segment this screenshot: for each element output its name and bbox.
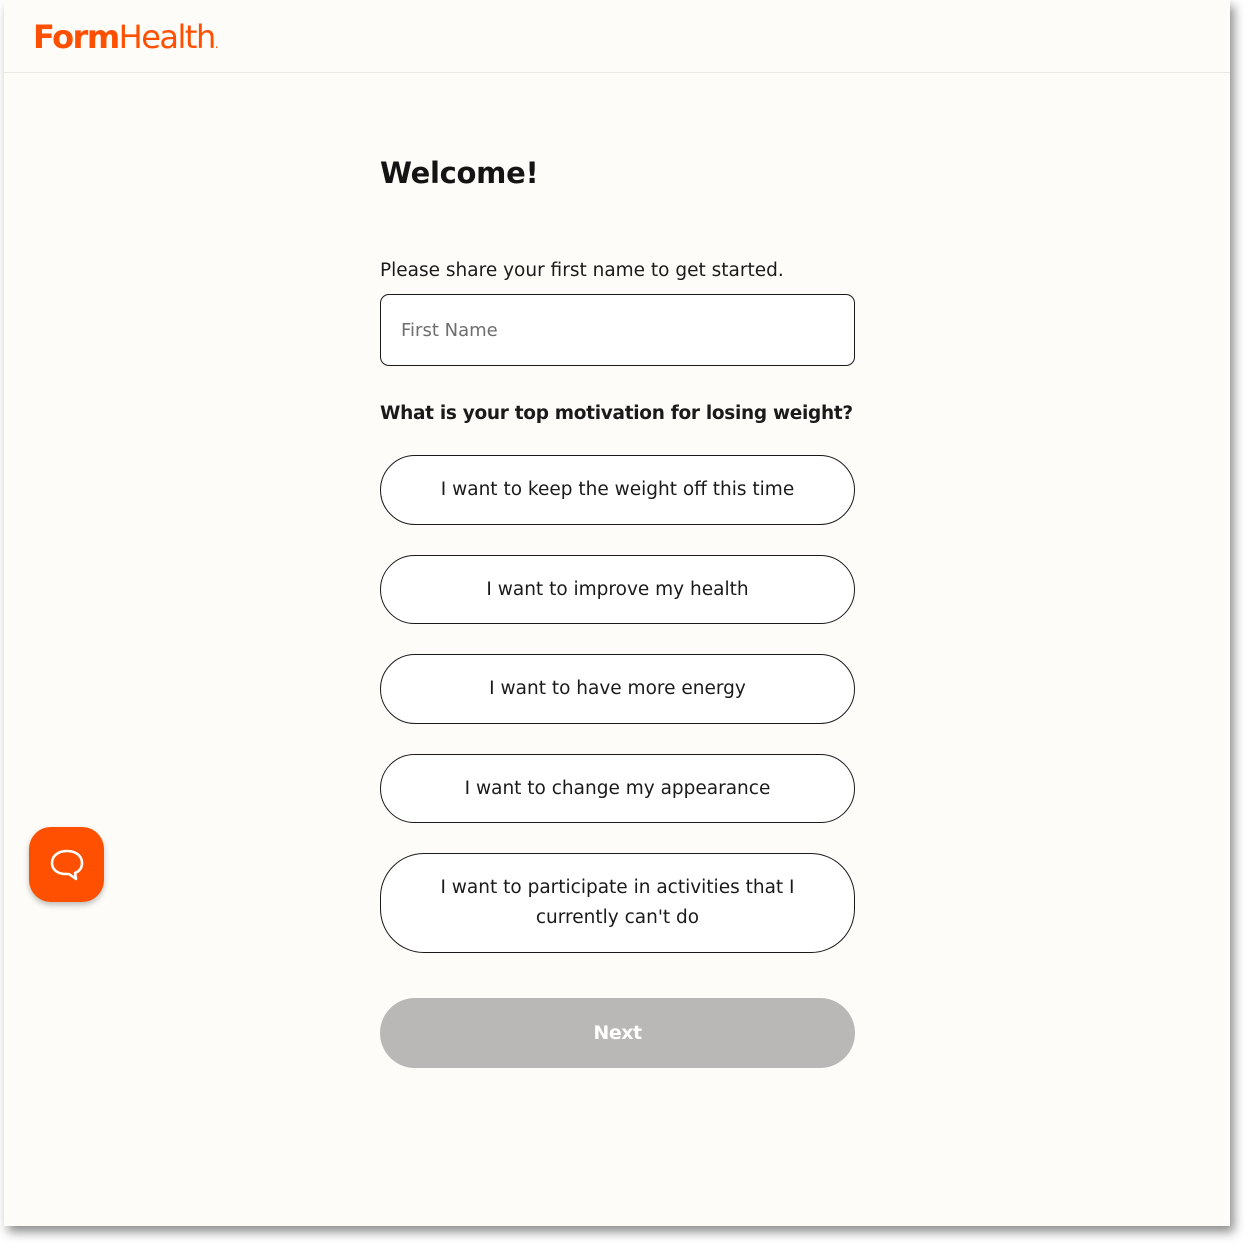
- next-button[interactable]: Next: [380, 998, 855, 1068]
- first-name-prompt: Please share your first name to get star…: [380, 260, 784, 281]
- formhealth-logo[interactable]: FormHealth.: [33, 17, 219, 64]
- header: FormHealth.: [4, 0, 1230, 73]
- chat-button[interactable]: [29, 827, 104, 902]
- option-participate-activities[interactable]: I want to participate in activities that…: [380, 853, 855, 953]
- option-change-appearance[interactable]: I want to change my appearance: [380, 754, 855, 823]
- page-title: Welcome!: [380, 156, 539, 190]
- first-name-input[interactable]: [380, 294, 855, 366]
- option-improve-health[interactable]: I want to improve my health: [380, 555, 855, 624]
- app-window: FormHealth. Welcome! Please share your f…: [4, 0, 1230, 1226]
- logo-health-text: Health: [118, 18, 217, 56]
- logo-dot: .: [214, 37, 219, 51]
- option-more-energy[interactable]: I want to have more energy: [380, 654, 855, 724]
- chat-bubble-icon: [50, 849, 83, 880]
- motivation-question: What is your top motivation for losing w…: [380, 403, 853, 424]
- logo-form-text: Form: [33, 18, 120, 56]
- option-keep-weight-off[interactable]: I want to keep the weight off this time: [380, 455, 855, 525]
